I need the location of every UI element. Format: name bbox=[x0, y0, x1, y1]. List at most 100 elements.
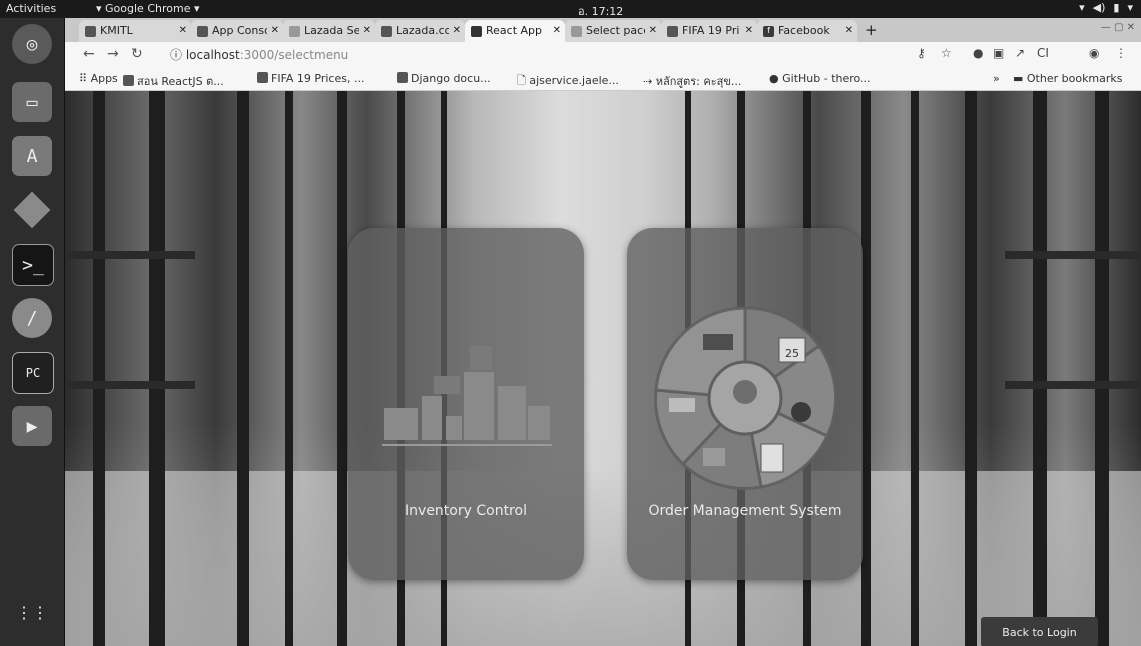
key-icon[interactable]: ⚷ bbox=[917, 46, 926, 60]
volume-icon[interactable]: ◀) bbox=[1093, 1, 1106, 14]
page-icon: 🗋 bbox=[517, 74, 530, 87]
checklist-icon bbox=[760, 443, 784, 473]
facebook-favicon-icon: f bbox=[763, 25, 774, 37]
bookmark-label: สอน ReactJS ต... bbox=[137, 75, 224, 88]
app-menu-label: Google Chrome bbox=[105, 2, 191, 15]
bookmark-fifa-prices[interactable]: FIFA 19 Prices, ... bbox=[257, 72, 364, 85]
bookmark-label: FIFA 19 Prices, ... bbox=[271, 72, 365, 85]
activities-button[interactable]: Activities bbox=[6, 2, 56, 15]
new-tab-button[interactable]: + bbox=[865, 21, 878, 39]
link-arrow-icon: ⇢ bbox=[643, 75, 656, 88]
close-icon[interactable]: ✕ bbox=[179, 20, 187, 42]
wifi-icon[interactable]: ▾ bbox=[1079, 1, 1085, 14]
reload-icon[interactable]: ↻ bbox=[131, 46, 143, 62]
close-icon[interactable]: ✕ bbox=[845, 20, 853, 42]
terminal-launcher-icon[interactable]: >_ bbox=[12, 244, 54, 286]
launcher-dock: ◎ ▭ A >_ / PC ▶ ⋮⋮ bbox=[0, 18, 65, 646]
tab-lazada-seller[interactable]: Lazada Sel ✕ bbox=[283, 20, 375, 42]
menu-kebab-icon[interactable]: ⋮ bbox=[1115, 46, 1127, 60]
url-path: :3000/selectmenu bbox=[239, 48, 349, 62]
django-favicon-icon bbox=[397, 72, 408, 83]
software-center-launcher-icon[interactable]: A bbox=[12, 136, 52, 176]
back-arrow-icon[interactable]: ← bbox=[83, 46, 95, 62]
close-icon[interactable]: ✕ bbox=[453, 20, 461, 42]
forward-arrow-icon[interactable]: → bbox=[107, 46, 119, 62]
chrome-launcher-icon[interactable]: ◎ bbox=[12, 24, 52, 64]
bookmark-label: GitHub - thero... bbox=[782, 72, 871, 85]
bookmark-thai-course[interactable]: ⇢ หลักสูตร: คะสุข... bbox=[643, 72, 741, 90]
tab-label: KMITL bbox=[100, 24, 133, 37]
console-favicon-icon bbox=[197, 25, 208, 37]
files-launcher-icon[interactable]: ▭ bbox=[12, 82, 52, 122]
profile-avatar-icon[interactable]: ◉ bbox=[1089, 46, 1099, 60]
page-favicon-icon bbox=[289, 25, 300, 37]
bookmarks-bar: ⠿ Apps สอน ReactJS ต... FIFA 19 Prices, … bbox=[65, 68, 1141, 91]
bookmark-apps[interactable]: ⠿ Apps bbox=[79, 72, 118, 85]
delivery-truck-icon bbox=[703, 334, 733, 350]
bookmark-django-docs[interactable]: Django docu... bbox=[397, 72, 491, 85]
tab-select-pace[interactable]: Select pace ✕ bbox=[565, 20, 661, 42]
tab-lazada[interactable]: Lazada.co ✕ bbox=[375, 20, 465, 42]
system-top-panel: Activities ▾ Google Chrome ▾ อ. 17:12 ▾ … bbox=[0, 0, 1141, 18]
video-favicon-icon bbox=[123, 75, 134, 86]
kmitl-favicon-icon bbox=[85, 25, 96, 37]
bookmark-react-course[interactable]: สอน ReactJS ต... bbox=[123, 72, 224, 90]
more-bookmarks-chevron-icon[interactable]: » bbox=[993, 72, 1000, 85]
bookmark-github[interactable]: ● GitHub - thero... bbox=[769, 72, 871, 85]
app-menu[interactable]: ▾ Google Chrome ▾ bbox=[96, 2, 200, 15]
github-icon: ● bbox=[769, 72, 783, 85]
browser-toolbar: ← → ↻ ⓘ localhost:3000/selectmenu ⚷ ☆ ● … bbox=[65, 42, 1141, 68]
address-bar[interactable]: ⓘ localhost:3000/selectmenu bbox=[170, 45, 990, 65]
warehouse-boxes-icon bbox=[382, 346, 552, 446]
tab-label: Lazada.co bbox=[396, 24, 449, 37]
extension-ci-icon[interactable]: CI bbox=[1037, 46, 1049, 60]
bookmark-label: Other bookmarks bbox=[1026, 72, 1123, 85]
tab-fifa[interactable]: FIFA 19 Pri ✕ bbox=[661, 20, 757, 42]
info-icon[interactable]: ⓘ bbox=[170, 48, 182, 62]
pycharm-launcher-icon[interactable]: PC bbox=[12, 352, 54, 394]
tab-label: Lazada Sel bbox=[304, 24, 359, 37]
back-to-login-button[interactable]: Back to Login bbox=[981, 617, 1098, 646]
extension-arrow-icon[interactable]: ↗ bbox=[1015, 46, 1025, 60]
extension-square-icon[interactable]: ▣ bbox=[993, 46, 1004, 60]
folder-icon: ▬ bbox=[1013, 72, 1027, 85]
fifa-favicon-icon bbox=[667, 25, 678, 37]
car-icon bbox=[669, 398, 695, 412]
close-icon[interactable]: ✕ bbox=[553, 20, 561, 42]
close-icon[interactable]: ✕ bbox=[271, 20, 279, 42]
react-favicon-icon bbox=[471, 25, 482, 37]
package-boxes-icon bbox=[703, 448, 725, 466]
tab-label: Facebook bbox=[778, 24, 830, 37]
fifa-favicon-icon bbox=[257, 72, 268, 83]
bookmark-star-icon[interactable]: ☆ bbox=[941, 46, 952, 60]
sublime-launcher-icon[interactable] bbox=[12, 190, 52, 230]
order-management-card[interactable]: 25 Order Management System bbox=[627, 228, 863, 580]
chrome-window: KMITL ✕ App Consol ✕ Lazada Sel ✕ Lazada.co… bbox=[65, 18, 1141, 646]
support-agent-icon bbox=[791, 402, 811, 422]
order-management-label: Order Management System bbox=[648, 503, 842, 519]
close-icon[interactable]: ✕ bbox=[745, 20, 753, 42]
pen-launcher-icon[interactable]: / bbox=[12, 298, 52, 338]
apps-grid-icon: ⠿ bbox=[79, 72, 91, 85]
tab-label: Select pace bbox=[586, 24, 645, 37]
bookmark-label: Django docu... bbox=[411, 72, 491, 85]
media-launcher-icon[interactable]: ▶ bbox=[12, 406, 52, 446]
show-applications-icon[interactable]: ⋮⋮ bbox=[12, 592, 52, 632]
close-icon[interactable]: ✕ bbox=[649, 20, 657, 42]
tab-facebook[interactable]: f Facebook ✕ bbox=[757, 20, 857, 42]
system-tray[interactable]: ▾ ◀) ▮ ▾ bbox=[1079, 1, 1133, 14]
other-bookmarks-folder[interactable]: ▬ Other bookmarks bbox=[1013, 72, 1123, 85]
tab-label: React App bbox=[486, 24, 543, 37]
close-icon[interactable]: ✕ bbox=[363, 20, 371, 42]
bookmark-label: ajservice.jaele... bbox=[529, 74, 619, 87]
tab-react-app[interactable]: React App ✕ bbox=[465, 20, 565, 42]
inventory-control-card[interactable]: Inventory Control bbox=[348, 228, 584, 580]
tab-kmitl[interactable]: KMITL ✕ bbox=[79, 20, 191, 42]
lazada-favicon-icon bbox=[381, 25, 392, 37]
bookmark-ajservice[interactable]: 🗋 ajservice.jaele... bbox=[517, 72, 619, 91]
battery-icon[interactable]: ▮ bbox=[1113, 1, 1119, 14]
system-menu-icon[interactable]: ▾ bbox=[1127, 1, 1133, 14]
window-controls[interactable]: — ▢ ✕ bbox=[1101, 22, 1135, 33]
extension-o-icon[interactable]: ● bbox=[973, 46, 983, 60]
tab-app-console[interactable]: App Consol ✕ bbox=[191, 20, 283, 42]
